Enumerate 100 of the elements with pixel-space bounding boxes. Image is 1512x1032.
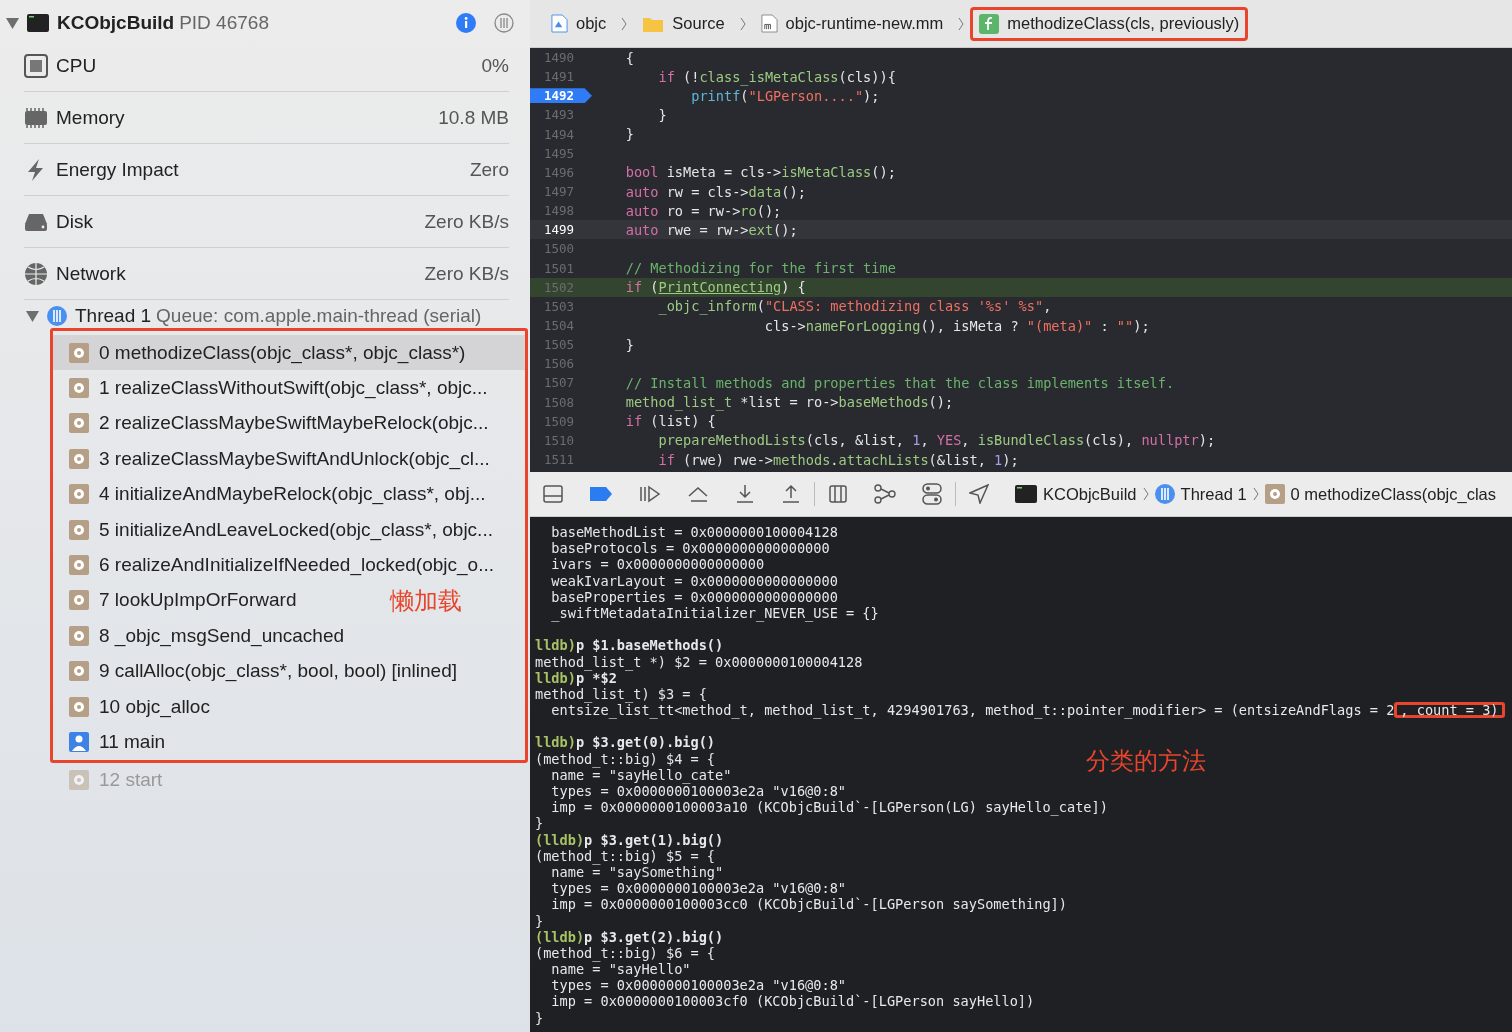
toggle-icon[interactable]	[922, 483, 942, 505]
stack-frame[interactable]: 8 _objc_msgSend_uncached	[53, 618, 355, 654]
chevron-icon	[958, 16, 965, 31]
code-text: cls->nameForLogging(), isMeta ? "(meta)" : "");	[763, 317, 1150, 334]
gear-icon	[69, 448, 89, 469]
code-text: }	[624, 336, 634, 353]
process-name: KCObjcBuild	[57, 12, 175, 34]
code-text: // Methodizing for the first time	[624, 260, 896, 277]
stack-frame[interactable]: 7 lookUpImpOrForward	[53, 582, 307, 619]
breadcrumb-item[interactable]: Source	[633, 7, 734, 40]
continue-icon[interactable]	[639, 485, 661, 503]
console-line: (method_t::big) $5 = {	[535, 847, 716, 864]
console-line: method_list_t *) $2 = 0x0000000100004128	[535, 653, 863, 670]
info-icon[interactable]	[456, 13, 476, 33]
code-text: printf("LGPerson....");	[690, 87, 880, 104]
annotation-label: 懒加载	[390, 585, 462, 616]
stack-frame[interactable]: 9 callAlloc(objc_class*, bool, bool) [inlined]	[53, 653, 468, 689]
console-line: lldb)p *$2	[535, 669, 617, 686]
stack-frame[interactable]: 2 realizeClassMaybeSwiftMaybeRelock(objc...	[53, 405, 499, 442]
line-number: 1496	[542, 164, 575, 180]
line-number: 1502	[530, 279, 592, 295]
stack-frame[interactable]: 5 initializeAndLeaveLocked(objc_class*, objc...	[53, 511, 503, 548]
stack-frame[interactable]: 11 main	[53, 724, 176, 760]
stack-frame[interactable]: 1 realizeClassWithoutSwift(objc_class*, objc...	[53, 370, 498, 406]
console-line: imp = 0x0000000100003cc0 (KCObjcBuild`-[LGPerson saySomething])	[550, 896, 1067, 913]
line-number: 1491	[542, 69, 575, 85]
gauge-label: Memory	[56, 106, 125, 129]
console-line: entsize_list_tt<method_t, method_list_t, 4294901763, method_t::pointer_modifier> = (entsizeAndFlags = 2	[551, 702, 1395, 719]
stack-frame[interactable]: 10 objc_alloc	[53, 688, 220, 725]
line-number: 1511	[542, 452, 575, 467]
line-number: 1497	[542, 184, 575, 200]
code-text: }	[657, 107, 667, 123]
line-number: 1505	[542, 337, 575, 353]
terminal-app-icon	[1015, 485, 1037, 503]
console-line: lldb)p $3.get(0).big()	[535, 734, 716, 751]
terminal-app-icon	[27, 14, 49, 32]
graph-icon[interactable]	[874, 484, 896, 504]
gear-icon	[69, 413, 89, 434]
breadcrumb-item[interactable]: KCObjcBuild	[1015, 484, 1137, 504]
process-id: PID 46768	[179, 12, 269, 34]
chevron-icon	[621, 16, 628, 31]
code-text: method_list_t *list = ro->baseMethods();	[624, 394, 954, 411]
breadcrumb-item[interactable]: objc-runtime-new.mm	[751, 7, 953, 40]
location-arrow-icon[interactable]	[969, 484, 989, 504]
gear-icon	[69, 519, 89, 540]
breakpoint-icon[interactable]	[589, 486, 613, 502]
stack-frame[interactable]: 3 realizeClassMaybeSwiftAndUnlock(objc_cl...	[53, 441, 500, 477]
console-line: name = "sayHello"	[551, 961, 691, 978]
gear-icon	[69, 342, 89, 363]
console-line: types = 0x0000000100003e2a "v16@0:8"	[550, 880, 846, 897]
code-text: if (PrintConnecting) {	[624, 279, 806, 296]
gauge-label: Network	[56, 262, 126, 285]
gauge-label: Energy Impact	[56, 158, 179, 181]
step-out-icon[interactable]	[781, 484, 801, 504]
console-line: (method_t::big) $4 = {	[535, 750, 716, 767]
console-line: weakIvarLayout = 0x0000000000000000	[550, 572, 838, 589]
document-icon	[551, 14, 568, 33]
console-line: types = 0x0000000100003e2a "v16@0:8"	[550, 783, 846, 799]
breadcrumb-item[interactable]: objc	[542, 7, 616, 40]
thread-icon	[47, 306, 67, 326]
stack-frame[interactable]: 4 initializeAndMaybeRelock(objc_class*, obj...	[53, 476, 496, 512]
memory-icon	[24, 105, 48, 130]
breadcrumb-item[interactable]: methodizeClass(cls, previously)	[970, 6, 1249, 41]
line-number: 1493	[542, 107, 575, 123]
line-number: 1506	[542, 356, 575, 372]
console-line: baseProperties = 0x0000000000000000	[550, 588, 838, 605]
code-text: auto ro = rw->ro();	[624, 202, 782, 219]
step-into-icon[interactable]	[735, 484, 755, 504]
console-line: types = 0x0000000100003e2a "v16@0:8"	[550, 977, 846, 994]
gear-icon	[1264, 484, 1285, 504]
line-number: 1504	[542, 318, 575, 334]
console-line: imp = 0x0000000100003a10 (KCObjcBuild`-[LGPerson(LG) sayHello_cate])	[550, 799, 1108, 816]
breadcrumb-item[interactable]: 0 methodizeClass(objc_clas	[1264, 484, 1497, 504]
console-line: imp = 0x0000000100003cf0 (KCObjcBuild`-[LGPerson sayHello])	[550, 993, 1035, 1010]
gear-icon	[69, 590, 89, 611]
disclosure-triangle-icon[interactable]	[6, 17, 19, 29]
highlighted-output: , count = 3)	[1394, 702, 1505, 719]
line-number: 1501	[542, 260, 575, 276]
gear-icon	[69, 555, 89, 576]
line-number: 1500	[542, 241, 575, 257]
code-text: bool isMeta = cls->isMetaClass();	[624, 164, 896, 181]
thread-icon	[1154, 484, 1175, 504]
line-number: 1494	[542, 126, 575, 142]
globe-icon	[24, 261, 48, 286]
step-over-icon[interactable]	[687, 485, 709, 503]
thread-name: Thread 1	[75, 305, 152, 327]
panel-toggle-icon[interactable]	[543, 485, 563, 503]
view-hierarchy-icon[interactable]	[828, 484, 848, 504]
stack-frame[interactable]: 6 realizeAndInitializeIfNeeded_locked(objc_o...	[53, 547, 505, 583]
console-line: baseMethodList = 0x0000000100004128	[550, 524, 838, 540]
breadcrumb-item[interactable]: Thread 1	[1154, 484, 1247, 504]
disclosure-triangle-icon[interactable]	[26, 310, 39, 322]
console-line: lldb)p $1.baseMethods()	[535, 637, 724, 654]
thread-icon[interactable]	[494, 13, 514, 33]
code-text: if (!class_isMetaClass(cls)){	[657, 68, 896, 85]
line-number: 1507	[542, 375, 575, 391]
stack-frame[interactable]: 0 methodizeClass(objc_class*, objc_class*)	[53, 335, 525, 371]
code-text: if (rwe) rwe->methods.attachLists(&list, 1);	[657, 451, 1019, 468]
code-text: _objc_inform("CLASS: methodizing class '%s' %s",	[657, 298, 1052, 315]
line-number: 1503	[542, 298, 575, 314]
